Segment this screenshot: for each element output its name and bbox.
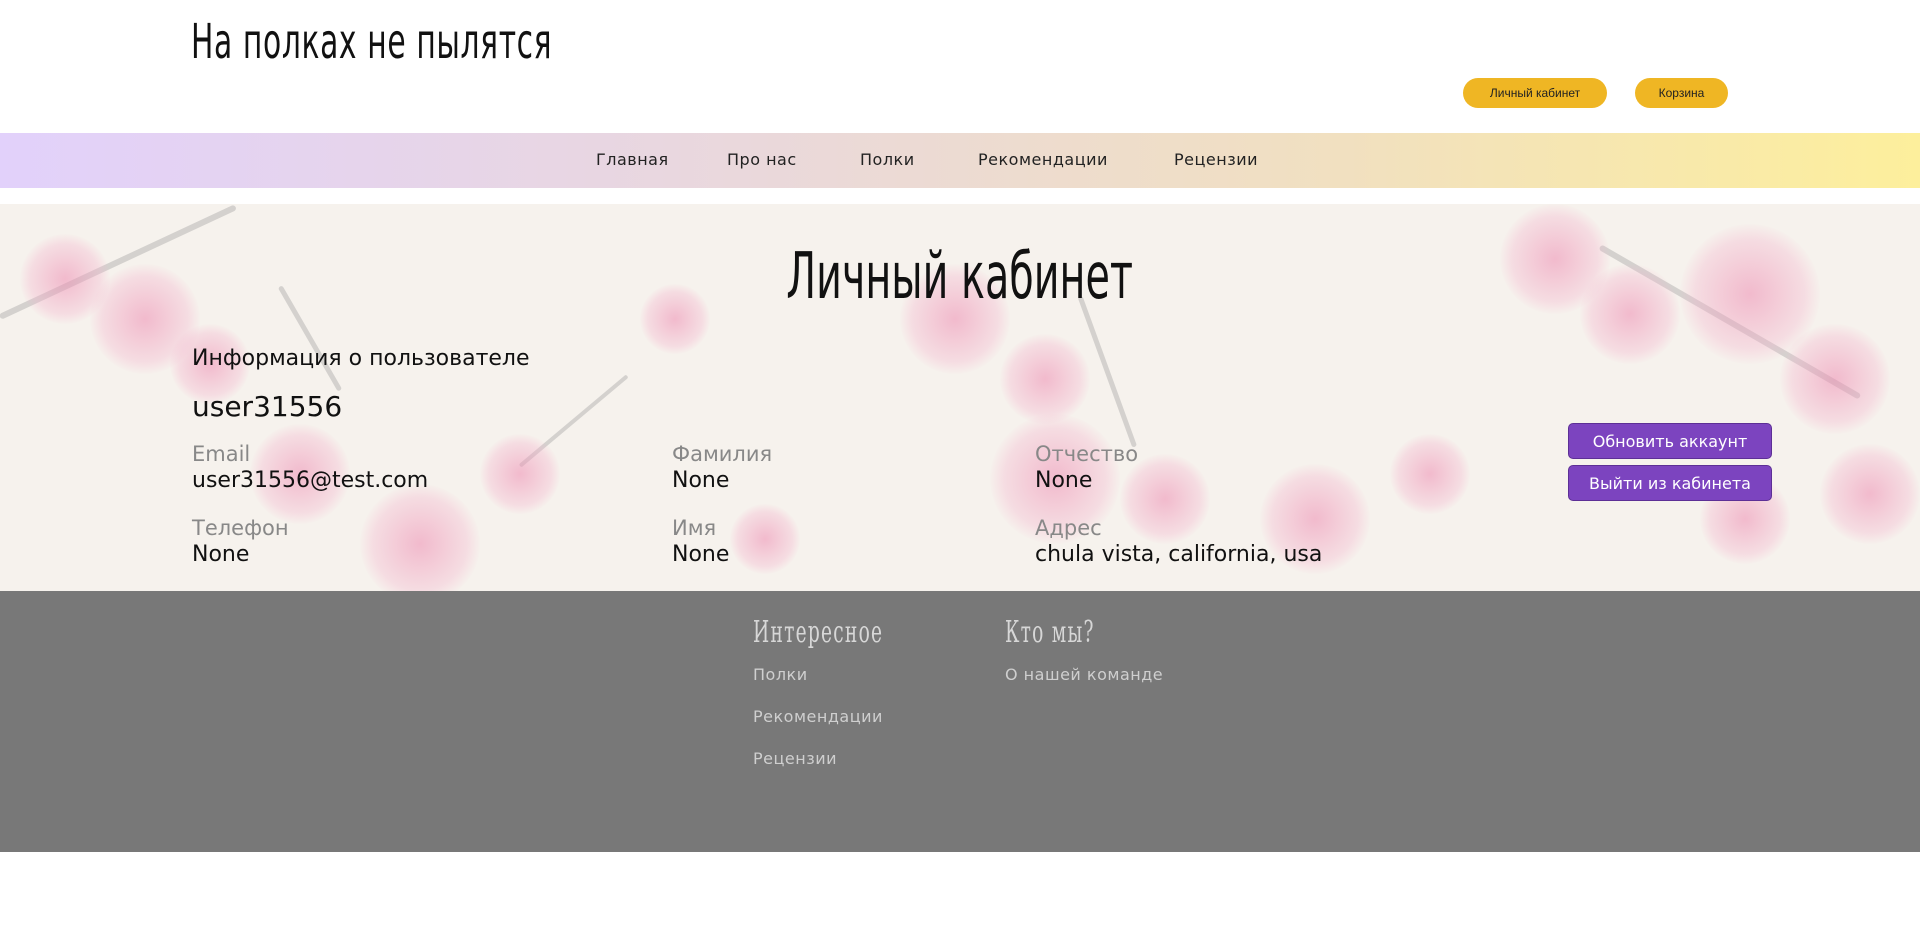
email-label: Email [192, 442, 251, 466]
logout-button[interactable]: Выйти из кабинета [1568, 465, 1772, 501]
last-name-value: None [672, 468, 730, 493]
main-nav: Главная Про нас Полки Рекомендации Рецен… [0, 133, 1920, 188]
phone-value: None [192, 542, 250, 567]
profile-section: Личный кабинет Информация о пользователе… [0, 204, 1920, 591]
site-title[interactable]: На полках не пылятся [191, 14, 552, 70]
nav-item-reviews[interactable]: Рецензии [1174, 150, 1258, 169]
footer-link-reviews[interactable]: Рецензии [753, 749, 837, 768]
nav-item-home[interactable]: Главная [596, 150, 669, 169]
cart-button[interactable]: Корзина [1635, 78, 1728, 108]
footer-link-recommendations[interactable]: Рекомендации [753, 707, 883, 726]
phone-label: Телефон [192, 516, 289, 540]
patronymic-label: Отчество [1035, 442, 1139, 466]
first-name-label: Имя [672, 516, 717, 540]
nav-item-recommendations[interactable]: Рекомендации [978, 150, 1108, 169]
site-footer: Интересное Полки Рекомендации Рецензии К… [0, 591, 1920, 852]
last-name-label: Фамилия [672, 442, 773, 466]
footer-link-team[interactable]: О нашей команде [1005, 665, 1163, 684]
update-account-button[interactable]: Обновить аккаунт [1568, 423, 1772, 459]
footer-link-shelves[interactable]: Полки [753, 665, 808, 684]
account-button[interactable]: Личный кабинет [1463, 78, 1607, 108]
footer-interesting-heading: Интересное [753, 615, 884, 650]
username: user31556 [192, 390, 343, 423]
user-info-title: Информация о пользователе [192, 346, 530, 371]
address-value: chula vista, california, usa [1035, 542, 1323, 567]
nav-item-about[interactable]: Про нас [727, 150, 797, 169]
footer-who-heading: Кто мы? [1005, 615, 1095, 650]
patronymic-value: None [1035, 468, 1093, 493]
page-title: Личный кабинет [786, 240, 1134, 314]
nav-item-shelves[interactable]: Полки [860, 150, 915, 169]
site-header: На полках не пылятся Личный кабинет Корз… [0, 0, 1920, 133]
email-value: user31556@test.com [192, 468, 429, 493]
address-label: Адрес [1035, 516, 1102, 540]
first-name-value: None [672, 542, 730, 567]
